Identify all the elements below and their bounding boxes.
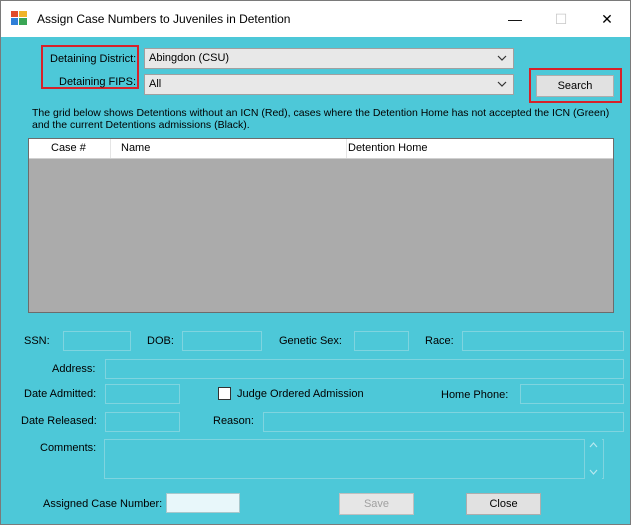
column-separator	[110, 139, 111, 158]
detaining-fips-label: Detaining FIPS:	[59, 76, 137, 88]
date-admitted-label: Date Admitted:	[24, 388, 97, 400]
assigned-case-number-label: Assigned Case Number:	[43, 498, 163, 510]
assigned-case-number-field[interactable]	[166, 493, 240, 513]
grid-description: The grid below shows Detentions without …	[32, 107, 610, 131]
chevron-down-icon	[497, 81, 507, 87]
column-separator	[346, 139, 347, 158]
ssn-label: SSN:	[24, 335, 50, 347]
chevron-down-icon	[497, 55, 507, 61]
maximize-icon: ☐	[554, 10, 568, 27]
close-button[interactable]: Close	[466, 493, 541, 515]
dob-field[interactable]	[182, 331, 262, 351]
detaining-district-dropdown[interactable]: Abingdon (CSU)	[144, 48, 514, 69]
date-admitted-field[interactable]	[105, 384, 180, 404]
scroll-up-icon[interactable]	[589, 442, 598, 448]
genetic-sex-label: Genetic Sex:	[279, 335, 342, 347]
close-icon: ✕	[601, 10, 613, 27]
comments-label: Comments:	[40, 442, 97, 454]
scroll-down-icon[interactable]	[589, 469, 598, 475]
maximize-button[interactable]: ☐	[538, 1, 584, 37]
date-released-label: Date Released:	[21, 415, 97, 427]
comments-scrollbar[interactable]	[584, 439, 602, 479]
detaining-fips-dropdown[interactable]: All	[144, 74, 514, 95]
save-button[interactable]: Save	[339, 493, 414, 515]
detaining-district-value: Abingdon (CSU)	[149, 52, 230, 64]
dob-label: DOB:	[147, 335, 174, 347]
grid-header: Case # Name Detention Home	[29, 139, 613, 159]
date-released-field[interactable]	[105, 412, 180, 432]
search-button[interactable]: Search	[536, 75, 614, 97]
minimize-icon: —	[508, 11, 522, 27]
home-phone-label: Home Phone:	[441, 389, 509, 401]
address-label: Address:	[52, 363, 96, 375]
close-window-button[interactable]: ✕	[584, 1, 630, 37]
ssn-field[interactable]	[63, 331, 131, 351]
genetic-sex-field[interactable]	[354, 331, 409, 351]
address-field[interactable]	[105, 359, 624, 379]
race-field[interactable]	[462, 331, 624, 351]
home-phone-field[interactable]	[520, 384, 624, 404]
column-detention-home[interactable]: Detention Home	[348, 142, 428, 154]
reason-field[interactable]	[263, 412, 624, 432]
application-icon	[11, 11, 27, 25]
detentions-grid[interactable]: Case # Name Detention Home	[28, 138, 614, 313]
title-bar: Assign Case Numbers to Juveniles in Dete…	[1, 1, 630, 37]
detaining-fips-value: All	[149, 78, 162, 90]
judge-ordered-checkbox[interactable]	[218, 387, 231, 400]
judge-ordered-label: Judge Ordered Admission	[237, 388, 364, 400]
minimize-button[interactable]: —	[492, 1, 538, 37]
comments-textarea[interactable]	[104, 439, 604, 479]
race-label: Race:	[425, 335, 454, 347]
window-title: Assign Case Numbers to Juveniles in Dete…	[37, 12, 291, 26]
form-body: Detaining District: Detaining FIPS: Abin…	[1, 37, 630, 524]
column-name[interactable]: Name	[121, 142, 150, 154]
assign-case-numbers-window: Assign Case Numbers to Juveniles in Dete…	[0, 0, 631, 525]
column-case-number[interactable]: Case #	[51, 142, 86, 154]
reason-label: Reason:	[213, 415, 254, 427]
detaining-district-label: Detaining District:	[50, 53, 137, 65]
